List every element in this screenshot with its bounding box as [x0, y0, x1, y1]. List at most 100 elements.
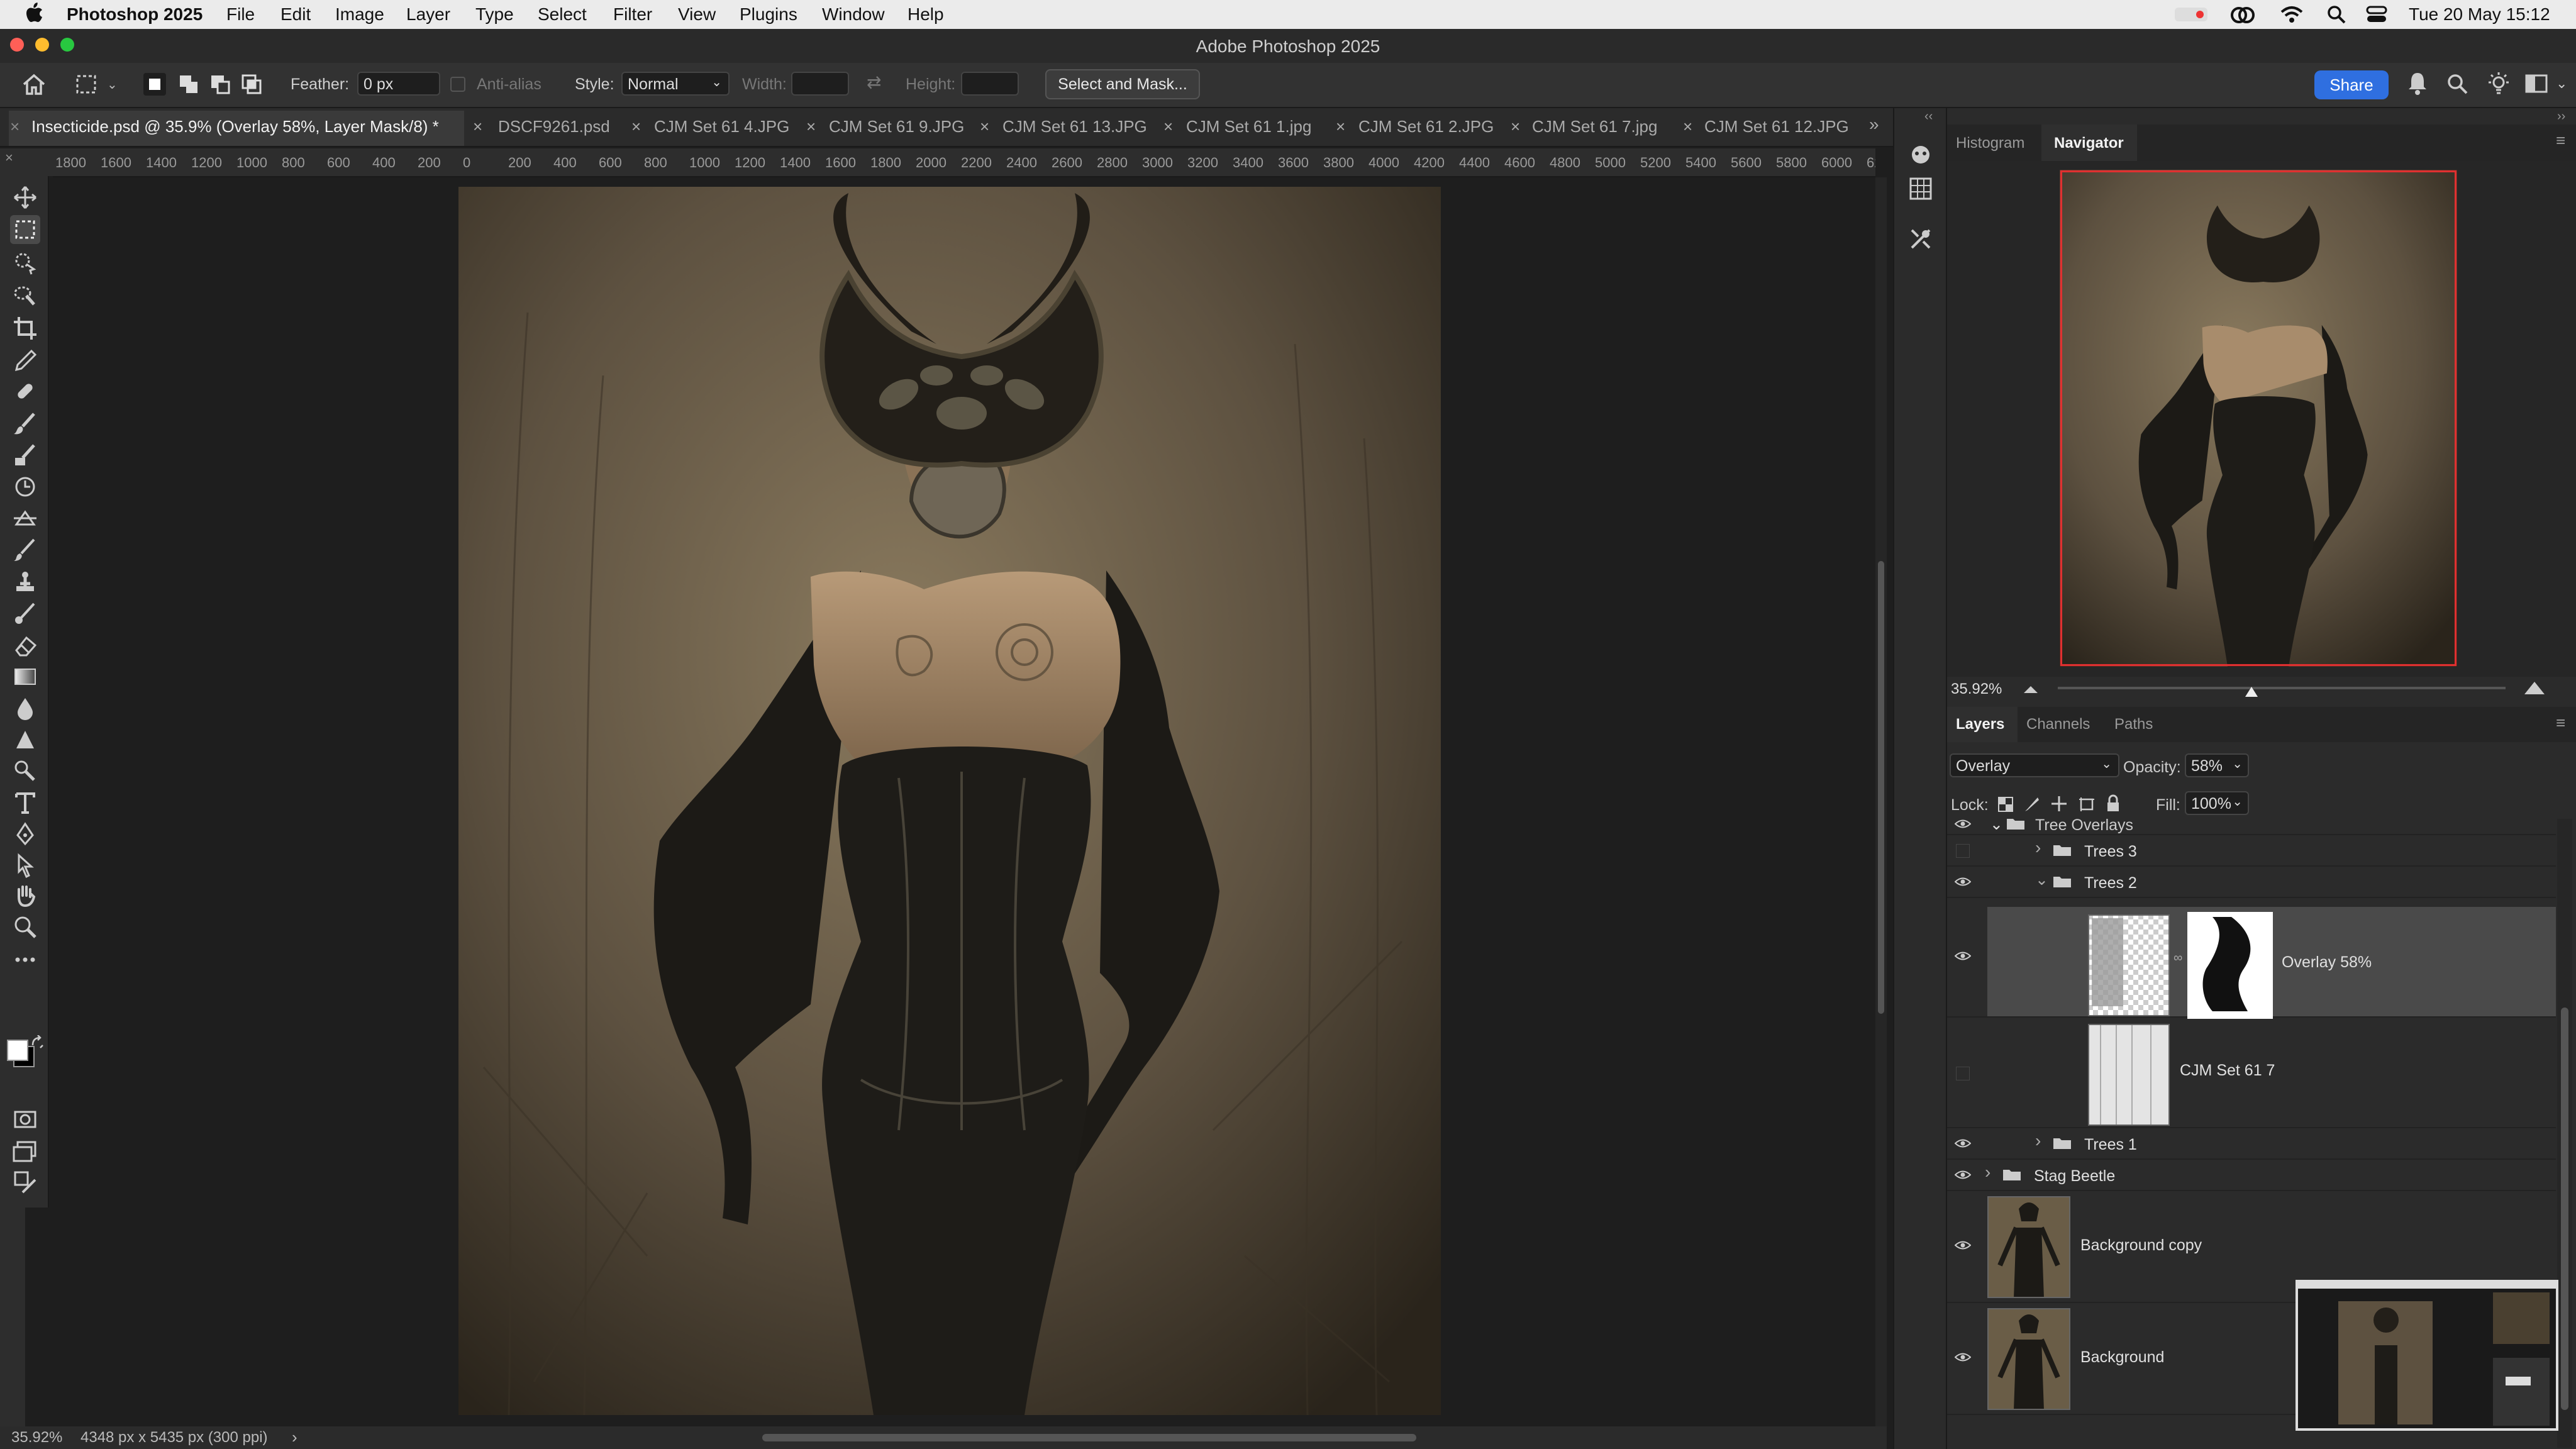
tab-cjm-7[interactable]: CJM Set 61 7.jpg	[1532, 117, 1657, 136]
tab-cjm-12[interactable]: CJM Set 61 12.JPG	[1704, 117, 1849, 136]
close-icon[interactable]: ×	[5, 150, 13, 166]
layer-thumbnail[interactable]	[1987, 1308, 2070, 1410]
navigator-zoom[interactable]: 35.92%	[1951, 680, 2002, 698]
scroll-thumb[interactable]	[2561, 1008, 2568, 1410]
visibility-eye-icon[interactable]	[1955, 1138, 1971, 1148]
wifi-icon[interactable]	[2279, 5, 2304, 24]
scroll-thumb[interactable]	[1878, 561, 1884, 1014]
search-icon[interactable]	[2446, 73, 2469, 96]
visibility-eye-icon[interactable]	[1955, 1170, 1971, 1180]
pen-path-tool-icon[interactable]	[13, 821, 38, 847]
chevron-down-icon[interactable]: ⌄	[2035, 870, 2048, 889]
blur-tool-icon[interactable]	[13, 696, 38, 721]
visibility-eye-icon[interactable]	[1955, 951, 1971, 961]
visibility-eye-icon[interactable]	[1955, 877, 1971, 887]
home-icon[interactable]	[21, 73, 47, 96]
layer-group-trees-2[interactable]: ⌄ Trees 2	[1947, 865, 2556, 898]
lock-artboard-icon[interactable]	[2078, 796, 2096, 813]
layer-group-trees-3[interactable]: › Trees 3	[1947, 834, 2556, 867]
menu-layer[interactable]: Layer	[406, 4, 450, 25]
menu-select[interactable]: Select	[538, 4, 587, 25]
screen-mode-icon[interactable]	[13, 1138, 38, 1163]
zoom-tool-icon[interactable]	[13, 914, 38, 940]
visibility-toggle-empty[interactable]	[1956, 1067, 1970, 1080]
document-canvas-image[interactable]	[458, 187, 1441, 1415]
bell-icon[interactable]	[2406, 70, 2429, 96]
pen-tool-icon[interactable]	[13, 758, 38, 784]
swap-colors-icon[interactable]	[30, 1035, 45, 1050]
layer-thumbnail[interactable]	[2088, 1024, 2170, 1126]
tab-navigator[interactable]: Navigator	[2054, 135, 2124, 152]
new-selection-icon[interactable]	[143, 73, 166, 96]
move-tool-icon[interactable]	[13, 185, 38, 210]
layer-row-cjm-set-61-7[interactable]: CJM Set 61 7	[1947, 1016, 2556, 1128]
menu-image[interactable]: Image	[335, 4, 384, 25]
history-art-brush-icon[interactable]	[13, 601, 38, 626]
eyedropper-tool-icon[interactable]	[13, 348, 38, 374]
layer-group-tree-overlays[interactable]: ⌄ Tree Overlays	[1947, 819, 2556, 835]
rect-marquee-tool-selected[interactable]	[10, 215, 40, 244]
screen-record-icon[interactable]	[2175, 8, 2207, 21]
healing-brush-tool-icon[interactable]	[13, 379, 38, 404]
path-selection-tool-icon[interactable]	[13, 853, 38, 878]
visibility-eye-icon[interactable]	[1955, 1352, 1971, 1362]
chevron-right-icon[interactable]: ›	[1985, 1162, 1990, 1182]
close-tab-icon[interactable]: ×	[1336, 117, 1345, 136]
share-button[interactable]: Share	[2314, 70, 2389, 99]
chevron-down-icon[interactable]: ⌄	[107, 77, 118, 92]
feather-input[interactable]: 0 px	[357, 72, 440, 96]
paint-brush-icon[interactable]	[13, 537, 38, 562]
chevron-right-icon[interactable]: ›	[2035, 838, 2041, 858]
menu-filter[interactable]: Filter	[613, 4, 652, 25]
tab-histogram[interactable]: Histogram	[1956, 135, 2024, 152]
quick-mask-icon[interactable]	[13, 1107, 38, 1132]
lock-transparent-pixels-icon[interactable]	[1997, 796, 2014, 813]
screenshot-preview-thumbnail[interactable]	[2296, 1280, 2558, 1431]
close-tab-icon[interactable]: ×	[631, 117, 641, 136]
subtract-selection-icon[interactable]	[209, 73, 231, 96]
layer-thumbnail[interactable]	[2088, 914, 2170, 1016]
type-tool-icon[interactable]	[13, 790, 38, 815]
swap-dimensions-icon[interactable]: ⇄	[867, 72, 881, 92]
layer-group-stag-beetle[interactable]: › Stag Beetle	[1947, 1158, 2556, 1191]
brush-tool-icon[interactable]	[13, 411, 38, 436]
close-tab-icon[interactable]: ×	[1511, 117, 1520, 136]
zoom-out-mountain-icon[interactable]	[2023, 683, 2039, 696]
apple-icon[interactable]	[24, 3, 43, 24]
menu-help[interactable]: Help	[908, 4, 944, 25]
horizontal-scroll-thumb[interactable]	[762, 1434, 1416, 1441]
vertical-scrollbar[interactable]	[1875, 177, 1887, 1428]
tab-dscf9261[interactable]: DSCF9261.psd	[498, 117, 610, 136]
close-tab-icon[interactable]: ×	[10, 117, 19, 136]
properties-grid-icon[interactable]	[1908, 176, 1933, 201]
lock-image-pixels-icon[interactable]	[2024, 796, 2040, 813]
visibility-eye-icon[interactable]	[1955, 1240, 1971, 1250]
quick-select-tool-icon[interactable]	[13, 283, 38, 308]
antialias-checkbox[interactable]	[450, 77, 465, 92]
tab-cjm-2[interactable]: CJM Set 61 2.JPG	[1358, 117, 1494, 136]
height-input[interactable]	[961, 72, 1019, 96]
eraser-tool-icon[interactable]	[13, 633, 38, 658]
tab-cjm-9[interactable]: CJM Set 61 9.JPG	[829, 117, 964, 136]
select-and-mask-button[interactable]: Select and Mask...	[1045, 69, 1200, 99]
layer-mask-thumbnail[interactable]	[2187, 912, 2273, 1019]
chevron-right-icon[interactable]: ›	[292, 1428, 297, 1447]
discover-lightbulb-icon[interactable]	[2487, 72, 2511, 96]
zoom-in-mountain-icon[interactable]	[2523, 679, 2546, 697]
clone-stamp-tool-icon[interactable]	[13, 443, 38, 468]
blend-mode-dropdown[interactable]: Overlay ⌄	[1950, 753, 2119, 777]
chevron-down-icon[interactable]: ⌄	[2556, 75, 2567, 92]
link-icon[interactable]: ∞	[2174, 951, 2182, 965]
more-tabs-icon[interactable]: »	[1869, 114, 1879, 135]
lock-all-icon[interactable]	[2106, 794, 2121, 813]
learn-panel-icon[interactable]	[1908, 142, 1933, 167]
layer-group-trees-1[interactable]: › Trees 1	[1947, 1127, 2556, 1160]
layer-thumbnail[interactable]	[1987, 1196, 2070, 1298]
chevron-down-icon[interactable]: ⌄	[1990, 819, 2003, 834]
gradient-tool-icon[interactable]	[13, 664, 38, 689]
crop-tool-icon[interactable]	[13, 316, 38, 341]
add-selection-icon[interactable]	[177, 73, 200, 96]
tab-channels[interactable]: Channels	[2026, 716, 2090, 733]
opacity-input[interactable]: 58% ⌄	[2185, 753, 2249, 777]
tab-cjm-1[interactable]: CJM Set 61 1.jpg	[1186, 117, 1311, 136]
